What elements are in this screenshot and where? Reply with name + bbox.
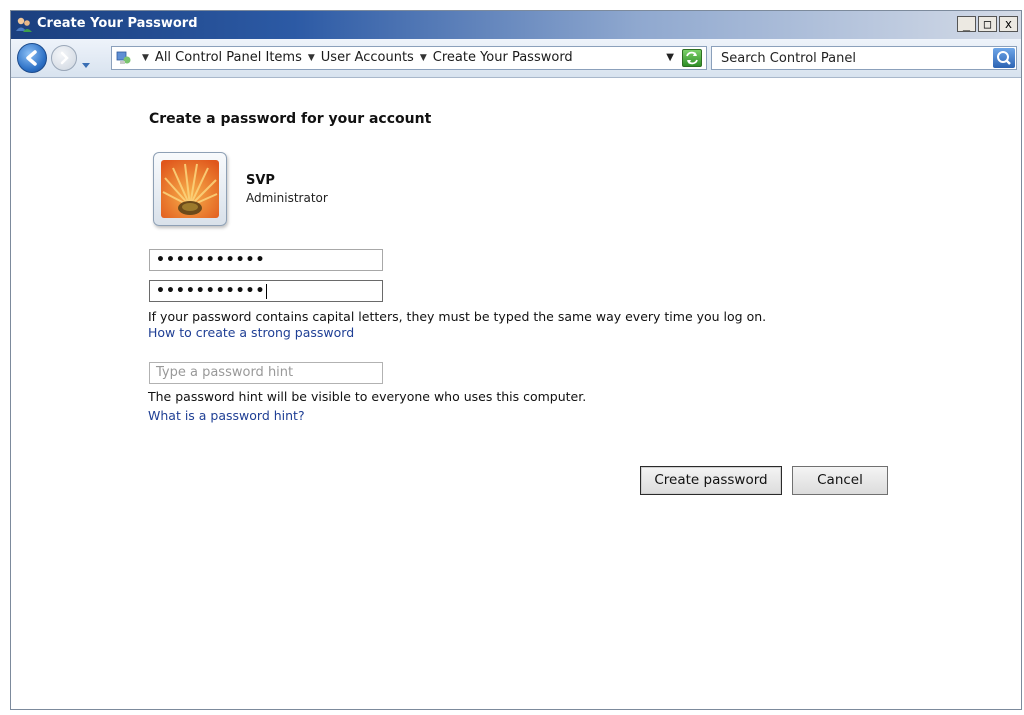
breadcrumb-arrow-icon[interactable]: ▼ <box>308 53 315 63</box>
forward-arrow-icon[interactable] <box>51 45 77 71</box>
search-icon[interactable] <box>993 48 1015 68</box>
confirm-password-value: ••••••••••• <box>156 283 266 299</box>
address-bar[interactable]: ▼ All Control Panel Items ▼ User Account… <box>111 46 707 70</box>
main-content: Create a password for your account SVP A… <box>11 77 1021 709</box>
breadcrumb-create-your-password[interactable]: Create Your Password <box>433 50 573 65</box>
breadcrumb-user-accounts[interactable]: User Accounts <box>321 50 414 65</box>
breadcrumb-arrow-icon[interactable]: ▼ <box>420 53 427 63</box>
control-panel-icon <box>116 50 132 66</box>
password-hint-link[interactable]: What is a password hint? <box>148 408 305 423</box>
capital-letters-note: If your password contains capital letter… <box>148 309 767 324</box>
breadcrumb-all-control-panel-items[interactable]: All Control Panel Items <box>155 50 302 65</box>
search-input[interactable]: Search Control Panel <box>721 51 856 66</box>
hint-visibility-note: The password hint will be visible to eve… <box>148 389 587 404</box>
title-bar[interactable]: Create Your Password _ □ x <box>11 11 1021 39</box>
recent-pages-chevron-down-icon[interactable] <box>81 55 91 74</box>
breadcrumb: ▼ All Control Panel Items ▼ User Account… <box>136 50 573 65</box>
password-hint-field[interactable]: Type a password hint <box>149 362 383 384</box>
window-title: Create Your Password <box>37 16 198 31</box>
text-caret <box>266 283 268 299</box>
page-heading: Create a password for your account <box>149 111 432 127</box>
new-password-field[interactable]: ••••••••••• <box>149 249 383 271</box>
minimize-button[interactable]: _ <box>957 16 976 32</box>
back-arrow-icon[interactable] <box>17 43 47 73</box>
breadcrumb-arrow-icon[interactable]: ▼ <box>142 53 149 63</box>
refresh-icon[interactable] <box>682 49 702 67</box>
create-password-button[interactable]: Create password <box>640 466 782 495</box>
user-accounts-icon <box>15 16 33 34</box>
address-chevron-down-icon[interactable]: ▼ <box>666 52 674 63</box>
close-button[interactable]: x <box>999 16 1018 32</box>
window: Create Your Password _ □ x ▼ All Control… <box>10 10 1022 710</box>
new-password-value: ••••••••••• <box>156 252 266 268</box>
maximize-button[interactable]: □ <box>978 16 997 32</box>
navigation-bar: ▼ All Control Panel Items ▼ User Account… <box>11 39 1021 78</box>
confirm-password-field[interactable]: ••••••••••• <box>149 280 383 302</box>
cancel-button[interactable]: Cancel <box>792 466 888 495</box>
search-box[interactable]: Search Control Panel <box>711 46 1017 70</box>
window-controls: _ □ x <box>957 16 1018 32</box>
user-name: SVP <box>246 173 275 188</box>
avatar <box>153 152 227 226</box>
flower-avatar-picture <box>161 160 219 218</box>
strong-password-link[interactable]: How to create a strong password <box>148 325 354 340</box>
user-role: Administrator <box>246 191 328 205</box>
